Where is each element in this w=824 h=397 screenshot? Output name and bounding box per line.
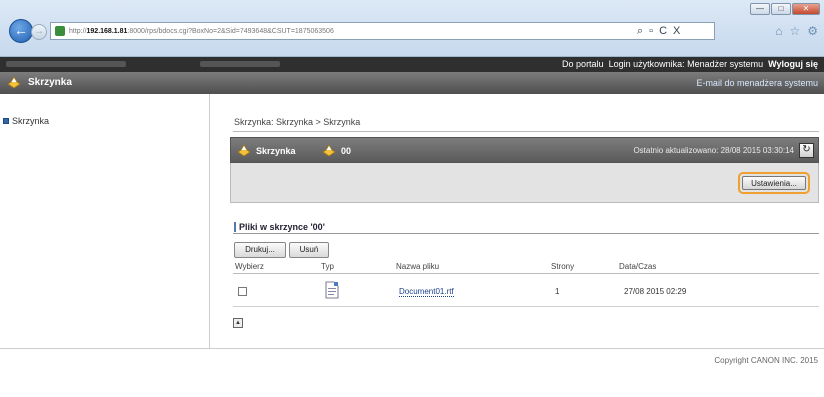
files-section-title: Pliki w skrzynce '00' xyxy=(234,222,325,232)
settings-bar: Ustawienia... xyxy=(230,163,819,203)
close-icon[interactable]: ✕ xyxy=(792,3,820,15)
url-prefix: http:// xyxy=(69,27,87,35)
forward-arrow-icon[interactable]: → xyxy=(31,24,47,40)
page-title-bar: Skrzynka E-mail do menadżera systemu xyxy=(0,72,824,94)
box-header: Skrzynka 00 Ostatnio aktualizowano: 28/0… xyxy=(230,137,819,163)
print-button[interactable]: Drukuj... xyxy=(234,242,286,258)
divider xyxy=(0,348,824,349)
portal-link[interactable]: Do portalu xyxy=(562,59,604,69)
page-title: Skrzynka xyxy=(28,77,72,88)
logout-link[interactable]: Wyloguj się xyxy=(768,59,818,69)
file-datetime: 27/08 2015 02:29 xyxy=(624,287,687,296)
favorites-star-icon[interactable]: ☆ xyxy=(789,24,800,38)
last-updated: Ostatnio aktualizowano: 28/08 2015 03:30… xyxy=(633,146,794,155)
minimize-icon[interactable]: — xyxy=(750,3,770,15)
table-row: Document01.rtf 1 27/08 2015 02:29 xyxy=(233,276,819,306)
delete-button[interactable]: Usuń xyxy=(289,242,329,258)
divider xyxy=(233,233,819,234)
mailbox-icon xyxy=(7,76,21,89)
mailbox-icon xyxy=(322,144,336,157)
bullet-icon xyxy=(3,118,9,124)
maximize-icon[interactable]: □ xyxy=(771,3,791,15)
box-name: Skrzynka xyxy=(256,146,296,156)
copyright: Copyright CANON INC. 2015 xyxy=(714,356,818,365)
login-user-label: Login użytkownika: Menadżer systemu xyxy=(608,59,764,69)
refresh-button[interactable]: ↻ xyxy=(799,143,814,158)
breadcrumb: Skrzynka: Skrzynka > Skrzynka xyxy=(234,117,361,127)
settings-button[interactable]: Ustawienia... xyxy=(742,176,806,190)
sidebar-item-label: Skrzynka xyxy=(12,116,50,126)
browser-toolbar-icons: ⌂ ☆ ⚙ xyxy=(775,24,818,38)
refresh-icon[interactable]: C xyxy=(659,25,667,37)
app-top-bar: Do portalu Login użytkownika: Menadżer s… xyxy=(0,57,824,72)
column-header: Wybierz xyxy=(235,262,264,271)
settings-highlight: Ustawienia... xyxy=(738,172,810,194)
site-favicon-icon xyxy=(55,26,65,36)
url-host: 192.168.1.81 xyxy=(86,27,128,35)
gear-icon[interactable]: ⚙ xyxy=(807,24,818,38)
column-header: Data/Czas xyxy=(619,262,657,271)
column-header: Strony xyxy=(551,262,575,271)
search-icon[interactable]: ⌕ xyxy=(637,25,643,38)
file-name-link[interactable]: Document01.rtf xyxy=(399,287,454,297)
page-top-icon[interactable]: ▲ xyxy=(233,318,243,328)
select-checkbox[interactable] xyxy=(238,287,247,296)
stop-icon[interactable]: X xyxy=(673,25,680,37)
column-header: Nazwa pliku xyxy=(396,262,440,271)
window-controls: — □ ✕ xyxy=(750,3,820,15)
browser-chrome: — □ ✕ ← → http:// 192.168.1.81 :8000/rps… xyxy=(0,0,824,57)
divider xyxy=(233,131,819,132)
back-arrow-icon[interactable]: ← xyxy=(9,19,33,43)
email-admin-link[interactable]: E-mail do menadżera systemu xyxy=(696,78,818,88)
divider xyxy=(233,306,819,307)
file-pages: 1 xyxy=(555,287,560,296)
column-header: Typ xyxy=(321,262,334,271)
blurred-device-info xyxy=(200,61,280,67)
box-number: 00 xyxy=(341,146,352,156)
url-path: :8000/rps/bdocs.cgi?BoxNo=2&Sid=7493648&… xyxy=(127,27,334,35)
sidebar-item-skrzynka[interactable]: Skrzynka xyxy=(3,116,49,126)
address-tools: ⌕ ▫ C X xyxy=(637,22,680,40)
mailbox-icon xyxy=(237,144,251,157)
document-icon xyxy=(325,281,339,299)
blurred-device-name xyxy=(6,61,126,67)
certificate-icon[interactable]: ▫ xyxy=(649,25,653,37)
home-icon[interactable]: ⌂ xyxy=(775,24,782,38)
sidebar: Skrzynka xyxy=(0,94,210,348)
table-header: Wybierz Typ Nazwa pliku Strony Data/Czas xyxy=(233,262,819,274)
address-bar[interactable]: http:// 192.168.1.81 :8000/rps/bdocs.cgi… xyxy=(50,22,715,40)
